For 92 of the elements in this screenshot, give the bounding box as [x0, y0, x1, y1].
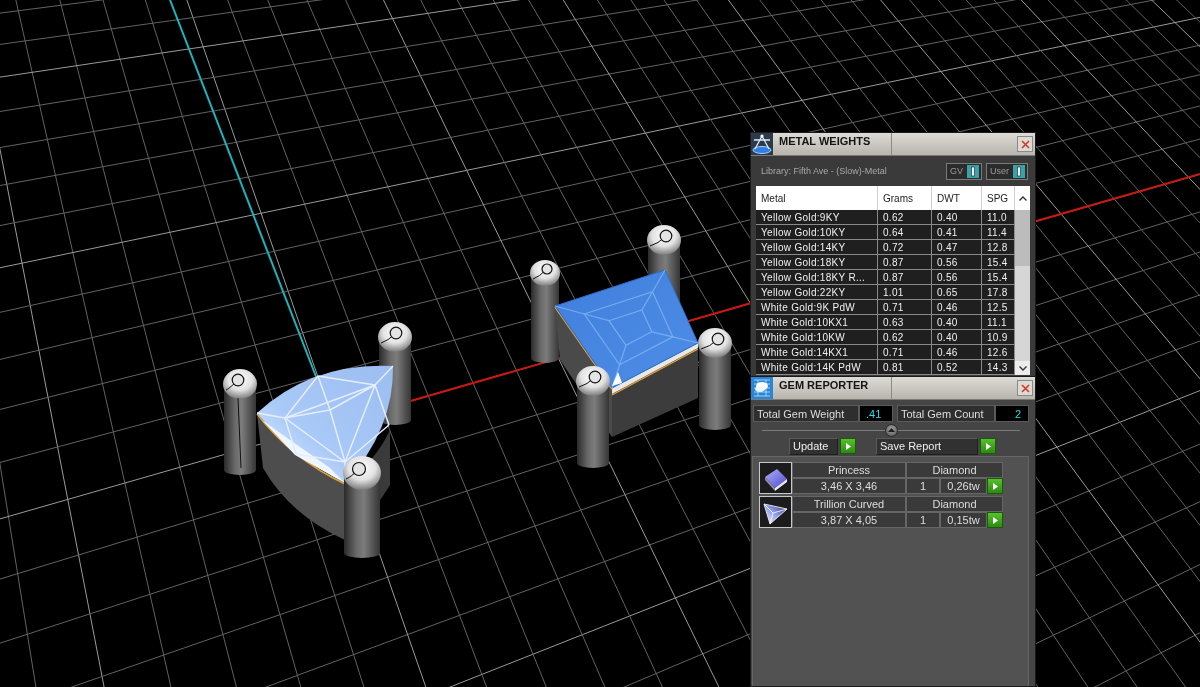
total-label: Total Gem Weight — [753, 405, 859, 422]
table-cell: 0.65 — [932, 285, 982, 300]
column-header[interactable]: SPG — [982, 186, 1015, 210]
table-cell: White Gold:10KX1 — [756, 315, 878, 330]
close-icon — [1020, 383, 1030, 393]
table-cell: Yellow Gold:9KY — [756, 210, 878, 225]
play-icon — [845, 442, 851, 450]
caret-up-icon — [1018, 195, 1027, 201]
triangle-gem-icon — [759, 496, 792, 528]
close-button[interactable] — [1017, 380, 1033, 396]
scroll-down-button[interactable] — [1015, 361, 1030, 375]
table-cell: 0.62 — [878, 210, 932, 225]
table-cell: 15.4 — [982, 270, 1015, 285]
table-cell: 0.81 — [878, 360, 932, 375]
arrow-button[interactable] — [987, 512, 1003, 528]
table-cell: 0.40 — [932, 330, 982, 345]
column-header[interactable]: Grams — [878, 186, 932, 210]
table-cell: White Gold:14K PdW — [756, 360, 878, 375]
table-cell: 0.52 — [932, 360, 982, 375]
collapse-button[interactable] — [884, 423, 898, 437]
play-icon — [992, 516, 998, 524]
gem-weight: 0,15tw — [940, 512, 987, 528]
table-cell: 1.01 — [878, 285, 932, 300]
table-cell: 0.87 — [878, 255, 932, 270]
arrow-button[interactable] — [980, 438, 996, 454]
table-cell: White Gold:10KW — [756, 330, 878, 345]
gem-name: Princess — [792, 462, 906, 478]
table-cell: 0.41 — [932, 225, 982, 240]
table-cell: 0.40 — [932, 210, 982, 225]
table-cell: 11.1 — [982, 315, 1015, 330]
table-cell: 0.72 — [878, 240, 932, 255]
scale-icon — [751, 133, 773, 155]
arrow-button[interactable] — [987, 478, 1003, 494]
table-cell: 15.4 — [982, 255, 1015, 270]
caret-down-icon — [1018, 365, 1027, 371]
arrow-button[interactable] — [840, 438, 856, 454]
table-cell: Yellow Gold:14KY — [756, 240, 878, 255]
gem-size: 3,46 X 3,46 — [792, 478, 906, 494]
table-cell: 10.9 — [982, 330, 1015, 345]
table-cell: 0.56 — [932, 255, 982, 270]
table-cell: 12.5 — [982, 300, 1015, 315]
column-header[interactable]: Metal — [756, 186, 878, 210]
gem-name: Trillion Curved — [792, 496, 906, 512]
action-button[interactable]: Save Report — [876, 437, 978, 455]
total-label: Total Gem Count — [897, 405, 995, 422]
table-cell: 11.4 — [982, 225, 1015, 240]
table-cell: Yellow Gold:22KY — [756, 285, 878, 300]
table-cell: 0.62 — [878, 330, 932, 345]
table-cell: 0.56 — [932, 270, 982, 285]
panel-title: METAL WEIGHTS — [778, 134, 872, 147]
table-cell: 0.40 — [932, 315, 982, 330]
table-cell: White Gold:14KX1 — [756, 345, 878, 360]
play-icon — [985, 442, 991, 450]
close-button[interactable] — [1017, 136, 1033, 152]
library-label: Library: Fifth Ave - (Slow)-Metal — [761, 166, 887, 176]
total-value: 2 — [995, 405, 1029, 422]
play-icon — [992, 482, 998, 490]
table-cell: Yellow Gold:10KY — [756, 225, 878, 240]
table-cell: 0.87 — [878, 270, 932, 285]
gem-material: Diamond — [906, 496, 1003, 512]
gem-weight: 0,26tw — [940, 478, 987, 494]
table-cell: 0.64 — [878, 225, 932, 240]
gem-count: 1 — [906, 512, 940, 528]
column-header[interactable]: DWT — [932, 186, 982, 210]
table-cell: 0.71 — [878, 300, 932, 315]
table-cell: 0.63 — [878, 315, 932, 330]
table-cell: 0.47 — [932, 240, 982, 255]
table-cell: Yellow Gold:18KY — [756, 255, 878, 270]
table-cell: 0.46 — [932, 345, 982, 360]
square-gem-icon — [759, 462, 792, 494]
toggle-button[interactable]: GV — [945, 162, 982, 180]
caret-up-icon — [887, 428, 895, 432]
table-cell: Yellow Gold:18KY R... — [756, 270, 878, 285]
action-button[interactable]: Update — [789, 437, 838, 455]
table-cell: 17.8 — [982, 285, 1015, 300]
close-icon — [1020, 139, 1030, 149]
gem-count: 1 — [906, 478, 940, 494]
gem-size: 3,87 X 4,05 — [792, 512, 906, 528]
table-cell: 11.0 — [982, 210, 1015, 225]
gem-material: Diamond — [906, 462, 1003, 478]
table-cell: 12.8 — [982, 240, 1015, 255]
table-cell: 14.3 — [982, 360, 1015, 375]
scrollbar-thumb[interactable] — [1015, 210, 1030, 266]
table-cell: 12.6 — [982, 345, 1015, 360]
scroll-up-button[interactable] — [1015, 186, 1030, 210]
document-icon — [751, 377, 773, 399]
table-cell: White Gold:9K PdW — [756, 300, 878, 315]
table-cell: 0.71 — [878, 345, 932, 360]
total-value: .41 — [859, 405, 893, 422]
toggle-button[interactable]: User — [986, 162, 1028, 180]
panel-title: GEM REPORTER — [778, 378, 870, 391]
table-cell: 0.46 — [932, 300, 982, 315]
